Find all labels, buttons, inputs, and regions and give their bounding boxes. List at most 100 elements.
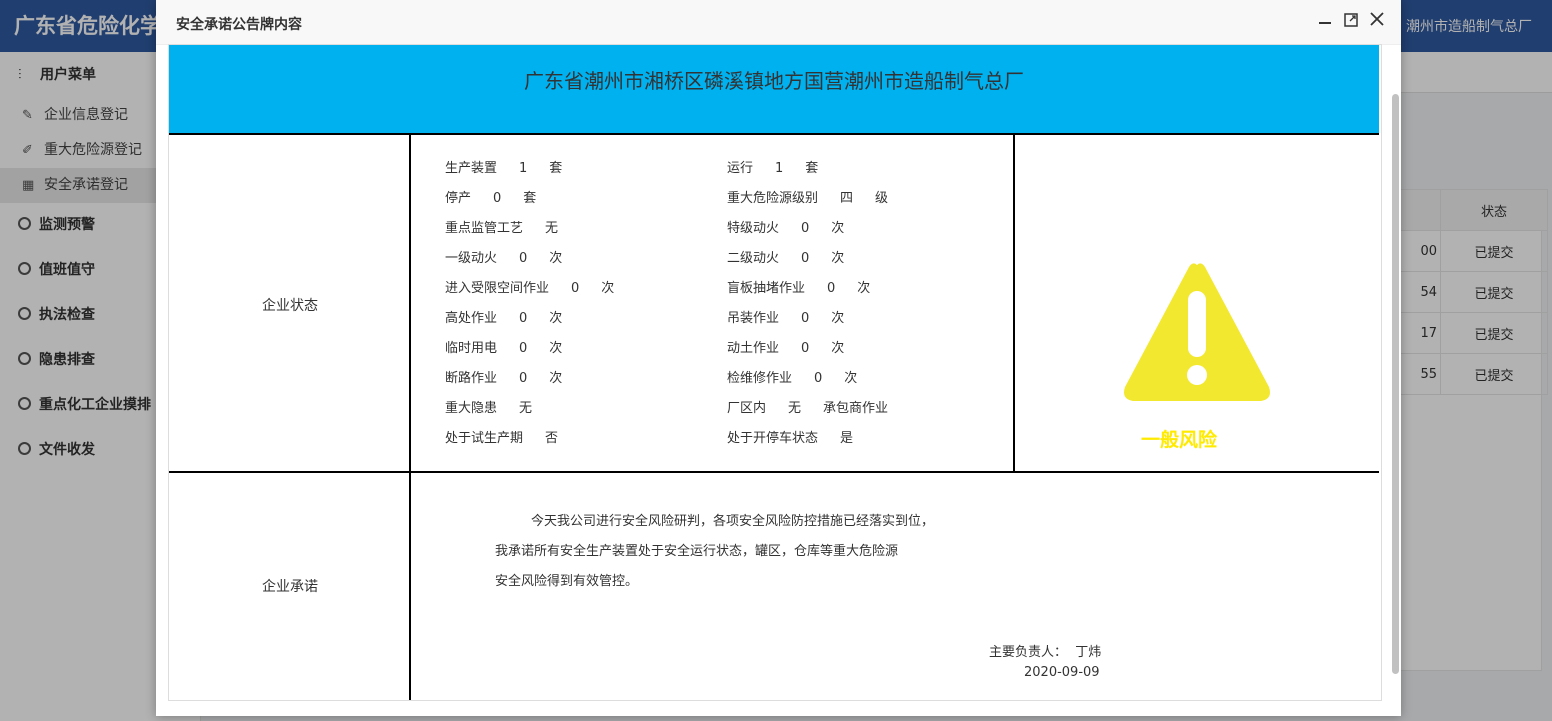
- stat-name: 停产: [445, 191, 472, 206]
- risk-level-label: 一般风险: [1141, 429, 1218, 451]
- stat-row: 一级动火 0 次: [445, 249, 562, 269]
- stat-unit: 套: [549, 161, 563, 176]
- grid-divider: [1013, 133, 1015, 473]
- stat-name: 一级动火: [445, 251, 498, 266]
- stat-name: 重大危险源级别: [727, 191, 819, 206]
- stat-row: 临时用电 0 次: [445, 339, 562, 359]
- stat-unit: 次: [844, 371, 858, 386]
- stat-name: 生产装置: [445, 161, 498, 176]
- stat-row: 检维修作业 0 次: [727, 369, 857, 389]
- stat-unit: 次: [549, 251, 563, 266]
- commitment-line: 安全风险得到有效管控。: [495, 574, 639, 589]
- stat-unit: 次: [601, 281, 615, 296]
- stat-value: 0: [493, 191, 502, 206]
- stat-value: 0: [519, 311, 528, 326]
- modal-title: 安全承诺公告牌内容: [176, 17, 302, 33]
- stat-unit: 次: [549, 371, 563, 386]
- stat-unit: 次: [831, 311, 845, 326]
- stat-value: 无: [788, 401, 802, 416]
- maximize-icon: [1344, 13, 1358, 27]
- stat-unit: 次: [549, 311, 563, 326]
- scrollbar[interactable]: [1392, 94, 1399, 674]
- stat-value: 1: [519, 161, 528, 176]
- commitment-line: 今天我公司进行安全风险研判，各项安全风险防控措施已经落实到位，: [531, 514, 935, 529]
- stat-unit: 套: [523, 191, 537, 206]
- stat-unit: 次: [831, 341, 845, 356]
- stat-value: 0: [519, 251, 528, 266]
- stat-unit: 承包商作业: [823, 401, 889, 416]
- modal-body[interactable]: 广东省潮州市湘桥区磷溪镇地方国营潮州市造船制气总厂 企业状态 企业承诺 生产装置…: [168, 44, 1382, 701]
- stat-value: 0: [801, 221, 810, 236]
- stat-row: 盲板抽堵作业 0 次: [727, 279, 870, 299]
- stat-value: 0: [801, 251, 810, 266]
- stat-name: 重点监管工艺: [445, 221, 524, 236]
- stat-unit: 套: [805, 161, 819, 176]
- stat-row: 特级动火 0 次: [727, 219, 844, 239]
- stat-row: 生产装置 1 套: [445, 159, 562, 179]
- stat-row: 厂区内 无 承包商作业: [727, 399, 888, 419]
- stat-name: 厂区内: [727, 401, 767, 416]
- stat-value: 0: [519, 341, 528, 356]
- stat-row: 进入受限空间作业 0 次: [445, 279, 614, 299]
- company-full-name: 广东省潮州市湘桥区磷溪镇地方国营潮州市造船制气总厂: [524, 69, 1024, 93]
- status-section-label: 企业状态: [262, 298, 318, 314]
- stat-value: 1: [775, 161, 784, 176]
- stat-name: 动土作业: [727, 341, 780, 356]
- stat-unit: 级: [875, 191, 889, 206]
- stat-name: 断路作业: [445, 371, 498, 386]
- stat-name: 盲板抽堵作业: [727, 281, 806, 296]
- stat-name: 运行: [727, 161, 754, 176]
- stat-unit: 次: [857, 281, 871, 296]
- signer-label: 主要负责人：: [989, 645, 1068, 660]
- stat-value: 否: [545, 431, 559, 446]
- stat-row: 处于开停车状态 是: [727, 429, 875, 449]
- modal-header[interactable]: 安全承诺公告牌内容: [156, 0, 1401, 45]
- stat-value: 0: [571, 281, 580, 296]
- company-banner: 广东省潮州市湘桥区磷溪镇地方国营潮州市造船制气总厂: [169, 45, 1379, 133]
- stat-name: 临时用电: [445, 341, 498, 356]
- signer-name: 丁炜: [1075, 645, 1102, 660]
- stat-value: 无: [519, 401, 533, 416]
- close-button[interactable]: [1368, 12, 1386, 30]
- stat-value: 0: [814, 371, 823, 386]
- stat-name: 处于试生产期: [445, 431, 524, 446]
- grid-divider: [409, 133, 411, 700]
- stat-value: 无: [545, 221, 559, 236]
- stat-row: 重大危险源级别 四 级: [727, 189, 888, 209]
- stat-value: 是: [840, 431, 854, 446]
- stat-row: 吊装作业 0 次: [727, 309, 844, 329]
- warning-icon: [1124, 263, 1270, 401]
- stat-row: 高处作业 0 次: [445, 309, 562, 329]
- stat-row: 动土作业 0 次: [727, 339, 844, 359]
- commitment-section-label: 企业承诺: [262, 579, 318, 595]
- stat-value: 0: [519, 371, 528, 386]
- stat-unit: 次: [831, 251, 845, 266]
- signer: 主要负责人： 丁炜: [989, 641, 1101, 660]
- stat-unit: 次: [549, 341, 563, 356]
- commitment-date: 2020-09-09: [1024, 665, 1100, 680]
- stat-name: 吊装作业: [727, 311, 780, 326]
- stat-name: 检维修作业: [727, 371, 793, 386]
- stat-row: 运行 1 套: [727, 159, 818, 179]
- stat-value: 0: [801, 341, 810, 356]
- stat-name: 二级动火: [727, 251, 780, 266]
- stat-row: 重点监管工艺 无: [445, 219, 580, 239]
- stat-row: 处于试生产期 否: [445, 429, 580, 449]
- stat-row: 断路作业 0 次: [445, 369, 562, 389]
- minimize-button[interactable]: [1316, 12, 1334, 30]
- stat-name: 处于开停车状态: [727, 431, 819, 446]
- stat-name: 进入受限空间作业: [445, 281, 550, 296]
- stat-row: 停产 0 套: [445, 189, 536, 209]
- commitment-line: 我承诺所有安全生产装置处于安全运行状态，罐区，仓库等重大危险源: [495, 544, 899, 559]
- minimize-icon: [1319, 22, 1331, 24]
- stat-row: 二级动火 0 次: [727, 249, 844, 269]
- stat-value: 四: [840, 191, 854, 206]
- stat-name: 特级动火: [727, 221, 780, 236]
- maximize-button[interactable]: [1342, 12, 1360, 30]
- stat-value: 0: [827, 281, 836, 296]
- stat-row: 重大隐患 无: [445, 399, 554, 419]
- stat-name: 重大隐患: [445, 401, 498, 416]
- stat-name: 高处作业: [445, 311, 498, 326]
- stat-unit: 次: [831, 221, 845, 236]
- commitment-modal: 安全承诺公告牌内容 广东省潮州市湘桥区磷溪镇地方国营潮州市造船制气总厂 企业状态…: [156, 0, 1401, 716]
